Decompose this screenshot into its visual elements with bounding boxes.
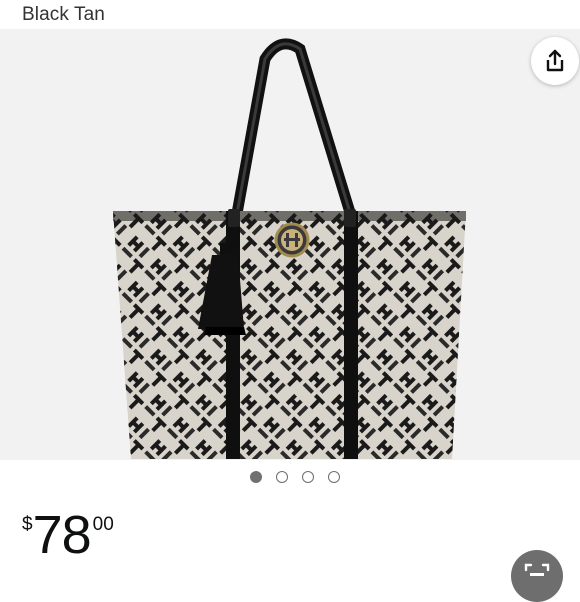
gallery-dot[interactable] bbox=[302, 471, 314, 483]
scan-icon bbox=[524, 563, 550, 576]
gallery-dot[interactable] bbox=[250, 471, 262, 483]
product-image[interactable] bbox=[0, 29, 580, 460]
gallery-dot[interactable] bbox=[276, 471, 288, 483]
price-currency-symbol: $ bbox=[22, 514, 33, 535]
product-image-gallery[interactable] bbox=[0, 29, 580, 460]
gallery-pagination bbox=[0, 471, 580, 487]
share-icon bbox=[546, 49, 564, 72]
price: $ 78 00 bbox=[22, 506, 114, 564]
share-button[interactable] bbox=[531, 37, 579, 85]
product-variant-label: Black Tan bbox=[22, 4, 105, 25]
price-fraction: 00 bbox=[92, 514, 114, 535]
scan-button[interactable] bbox=[511, 550, 563, 602]
gallery-dot[interactable] bbox=[328, 471, 340, 483]
price-whole: 78 bbox=[32, 505, 92, 565]
